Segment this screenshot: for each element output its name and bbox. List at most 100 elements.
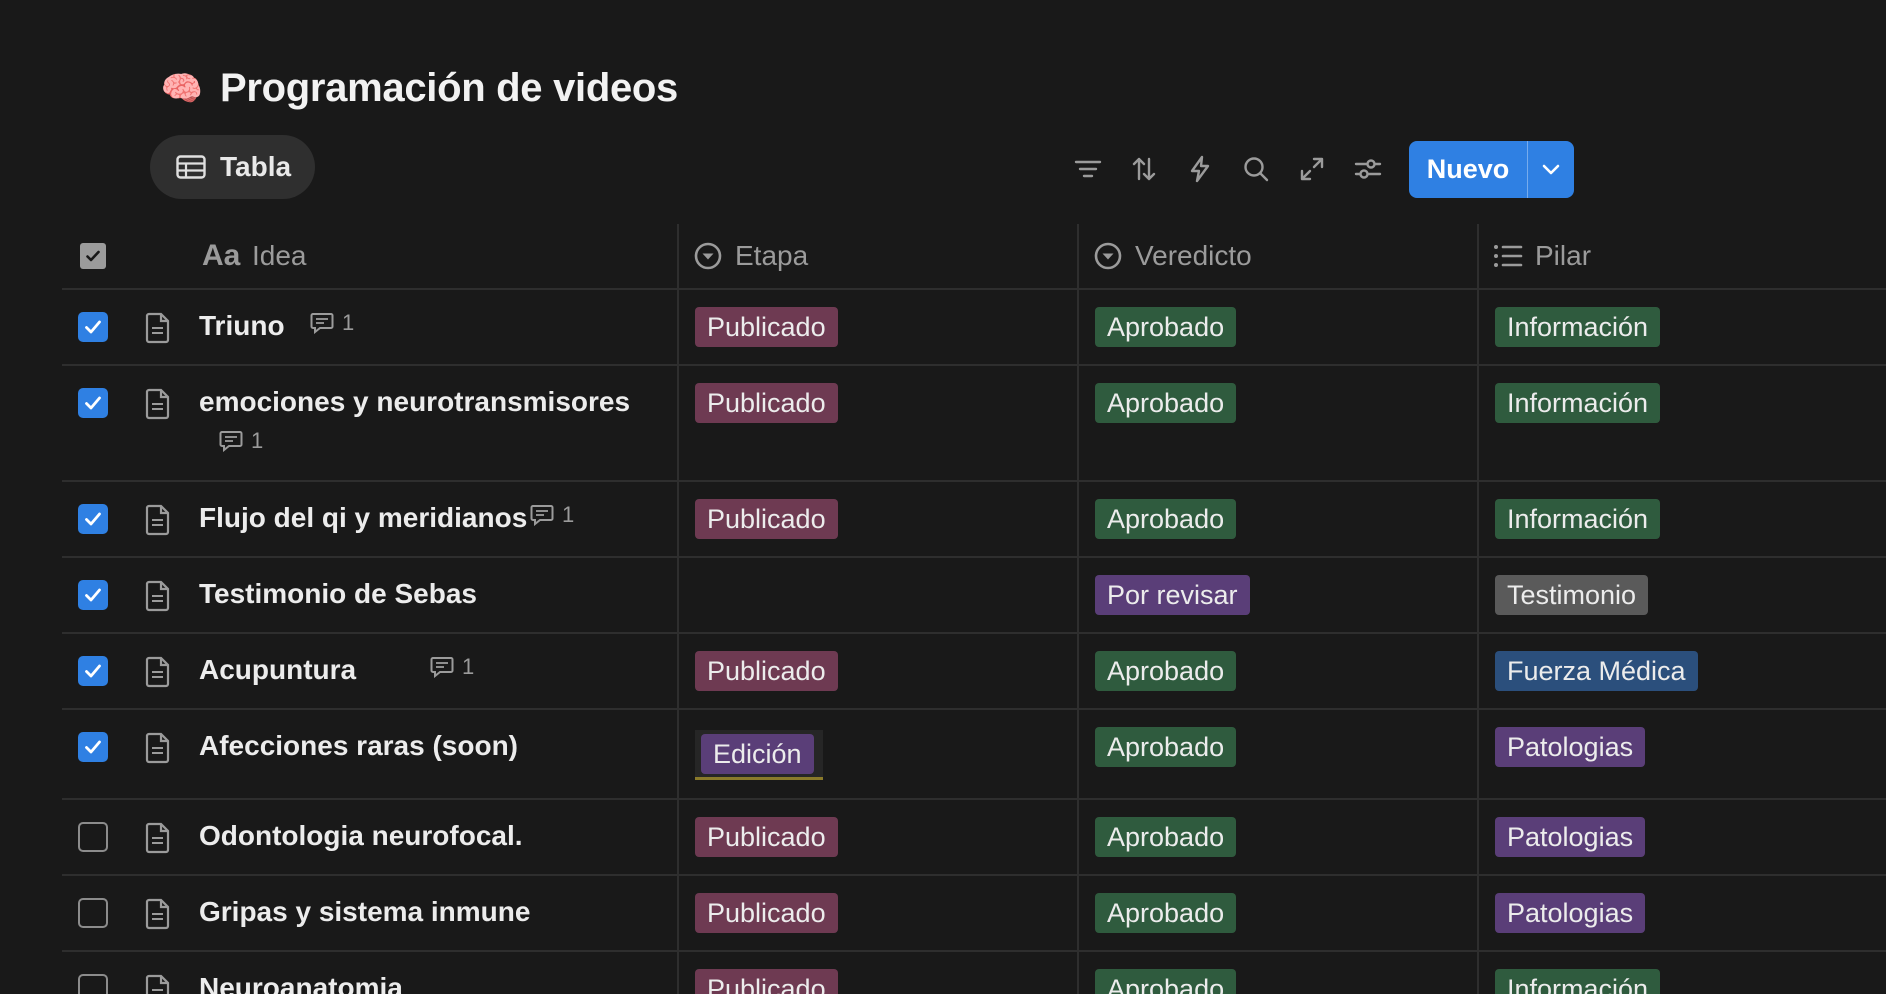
- comment-count[interactable]: 1: [430, 654, 474, 680]
- etapa-cell[interactable]: Publicado: [677, 482, 1079, 556]
- row-checkbox[interactable]: [78, 580, 108, 610]
- row-checkbox[interactable]: [78, 504, 108, 534]
- column-header-idea[interactable]: Aa Idea: [125, 224, 739, 288]
- idea-cell[interactable]: Gripas y sistema inmune: [125, 876, 739, 950]
- view-tab-table[interactable]: Tabla: [150, 135, 316, 199]
- pilar-cell[interactable]: Información: [1477, 290, 1886, 364]
- veredicto-cell[interactable]: Aprobado: [1077, 800, 1479, 874]
- veredicto-cell[interactable]: Aprobado: [1077, 634, 1479, 708]
- etapa-cell[interactable]: Edición: [677, 710, 1079, 798]
- idea-cell[interactable]: Testimonio de Sebas: [125, 558, 739, 632]
- etapa-cell[interactable]: Publicado: [677, 952, 1079, 994]
- row-checkbox[interactable]: [78, 822, 108, 852]
- comment-count-value: 1: [562, 502, 575, 527]
- column-header-pilar[interactable]: Pilar: [1477, 224, 1886, 288]
- pilar-cell[interactable]: Patologias: [1477, 800, 1886, 874]
- comment-count[interactable]: 1: [530, 502, 574, 528]
- etapa-tag: Publicado: [695, 383, 838, 423]
- row-select-cell: [62, 558, 124, 632]
- etapa-cell[interactable]: Publicado: [677, 876, 1079, 950]
- idea-cell[interactable]: Neuroanatomia: [125, 952, 739, 994]
- idea-title[interactable]: Odontologia neurofocal.: [199, 820, 523, 852]
- column-header-pilar-label: Pilar: [1535, 240, 1592, 271]
- idea-cell[interactable]: Acupuntura 1: [125, 634, 739, 708]
- table-row[interactable]: Testimonio de Sebas Por revisar Testimon…: [62, 558, 1886, 634]
- view-settings-button[interactable]: [1340, 140, 1396, 198]
- pilar-cell[interactable]: Testimonio: [1477, 558, 1886, 632]
- comment-count[interactable]: 1: [219, 428, 263, 454]
- idea-title[interactable]: Triuno: [199, 310, 285, 342]
- row-checkbox[interactable]: [78, 312, 108, 342]
- automation-button[interactable]: [1172, 140, 1228, 198]
- table-row[interactable]: Afecciones raras (soon) Edición Aprobado…: [62, 710, 1886, 800]
- etapa-tag-editing[interactable]: Edición: [695, 730, 823, 780]
- pilar-tag: Información: [1495, 499, 1661, 539]
- idea-cell[interactable]: Triuno 1: [125, 290, 739, 364]
- new-button-label[interactable]: Nuevo: [1409, 141, 1527, 198]
- search-button[interactable]: [1228, 140, 1284, 198]
- etapa-cell[interactable]: [677, 558, 1079, 632]
- filter-button[interactable]: [1060, 140, 1116, 198]
- etapa-cell[interactable]: Publicado: [677, 366, 1079, 480]
- page-document-icon: [145, 732, 170, 764]
- pilar-tag: Información: [1495, 969, 1661, 994]
- table-row[interactable]: Flujo del qi y meridianos 1 Publicado Ap…: [62, 482, 1886, 558]
- etapa-cell[interactable]: Publicado: [677, 634, 1079, 708]
- row-select-cell: [62, 800, 124, 874]
- comment-count[interactable]: 1: [310, 310, 354, 336]
- idea-title[interactable]: Acupuntura: [199, 654, 356, 686]
- automation-bolt-icon: [1190, 155, 1210, 183]
- pilar-cell[interactable]: Información: [1477, 952, 1886, 994]
- new-dropdown-button[interactable]: [1528, 141, 1574, 198]
- row-checkbox[interactable]: [78, 898, 108, 928]
- page-title[interactable]: Programación de videos: [220, 66, 678, 111]
- veredicto-cell[interactable]: Aprobado: [1077, 482, 1479, 556]
- idea-title[interactable]: Neuroanatomia: [199, 972, 403, 994]
- select-all-checkbox[interactable]: [80, 243, 106, 269]
- expand-button[interactable]: [1284, 140, 1340, 198]
- pilar-cell[interactable]: Patologias: [1477, 876, 1886, 950]
- idea-cell[interactable]: Odontologia neurofocal.: [125, 800, 739, 874]
- pilar-cell[interactable]: Información: [1477, 366, 1886, 480]
- table-row[interactable]: Gripas y sistema inmune Publicado Aproba…: [62, 876, 1886, 952]
- chevron-down-icon: [1542, 164, 1560, 174]
- row-checkbox[interactable]: [78, 656, 108, 686]
- veredicto-cell[interactable]: Aprobado: [1077, 952, 1479, 994]
- idea-title[interactable]: Testimonio de Sebas: [199, 578, 477, 610]
- etapa-cell[interactable]: Publicado: [677, 290, 1079, 364]
- brain-emoji-icon[interactable]: 🧠: [160, 67, 204, 111]
- veredicto-cell[interactable]: Aprobado: [1077, 710, 1479, 798]
- table-row[interactable]: Odontologia neurofocal. Publicado Aproba…: [62, 800, 1886, 876]
- veredicto-cell[interactable]: Aprobado: [1077, 876, 1479, 950]
- new-button[interactable]: Nuevo: [1409, 141, 1574, 198]
- row-checkbox[interactable]: [78, 732, 108, 762]
- idea-title[interactable]: Flujo del qi y meridianos: [199, 502, 527, 534]
- pilar-cell[interactable]: Patologias: [1477, 710, 1886, 798]
- column-header-veredicto[interactable]: Veredicto: [1077, 224, 1477, 288]
- table-row[interactable]: Triuno 1 Publicado Aprobado Información: [62, 290, 1886, 366]
- comment-icon: [310, 313, 334, 334]
- row-checkbox[interactable]: [78, 388, 108, 418]
- pilar-cell[interactable]: Fuerza Médica: [1477, 634, 1886, 708]
- idea-title[interactable]: Gripas y sistema inmune: [199, 896, 530, 928]
- table-row[interactable]: Neuroanatomia Publicado Aprobado Informa…: [62, 952, 1886, 994]
- idea-cell[interactable]: Afecciones raras (soon): [125, 710, 739, 798]
- veredicto-cell[interactable]: Por revisar: [1077, 558, 1479, 632]
- status-select-icon: [1093, 241, 1123, 271]
- row-checkbox[interactable]: [78, 974, 108, 994]
- table-row[interactable]: emociones y neurotransmisores 1 Publicad…: [62, 366, 1886, 482]
- veredicto-cell[interactable]: Aprobado: [1077, 366, 1479, 480]
- table-row[interactable]: Acupuntura 1 Publicado Aprobado Fuerza M…: [62, 634, 1886, 710]
- page-document-icon: [145, 580, 170, 612]
- comment-count-value: 1: [342, 310, 355, 335]
- idea-cell[interactable]: Flujo del qi y meridianos 1: [125, 482, 739, 556]
- idea-cell[interactable]: emociones y neurotransmisores 1: [125, 366, 739, 480]
- sort-button[interactable]: [1116, 140, 1172, 198]
- pilar-cell[interactable]: Información: [1477, 482, 1886, 556]
- etapa-tag: Publicado: [695, 893, 838, 933]
- etapa-cell[interactable]: Publicado: [677, 800, 1079, 874]
- idea-title[interactable]: emociones y neurotransmisores: [199, 386, 630, 418]
- idea-title[interactable]: Afecciones raras (soon): [199, 730, 518, 762]
- veredicto-cell[interactable]: Aprobado: [1077, 290, 1479, 364]
- column-header-etapa[interactable]: Etapa: [677, 224, 1077, 288]
